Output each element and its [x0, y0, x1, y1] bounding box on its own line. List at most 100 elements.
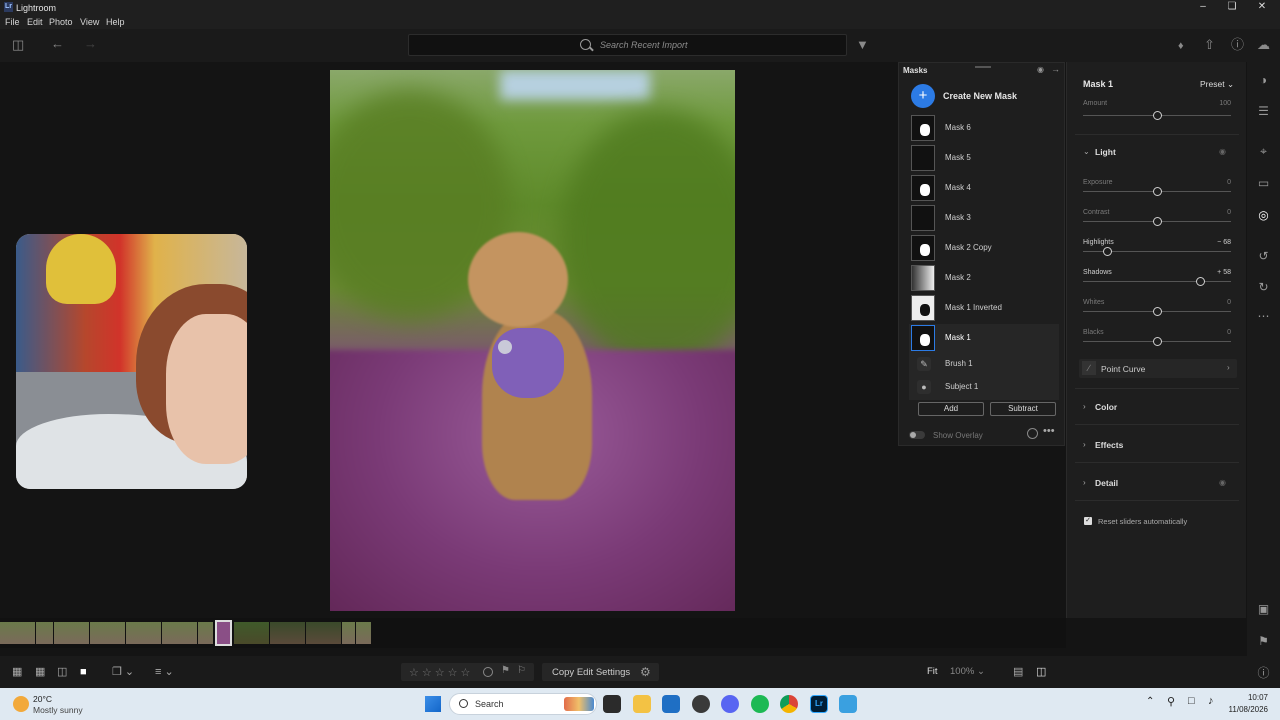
component-brush[interactable]: ✎ Brush 1: [913, 354, 1059, 374]
menu-edit[interactable]: Edit: [27, 17, 43, 27]
filmstrip-thumbnail[interactable]: [342, 622, 356, 644]
versions-icon[interactable]: ↻: [1257, 281, 1270, 294]
help-icon[interactable]: ⓘ: [1231, 38, 1244, 52]
slider-knob[interactable]: [1153, 307, 1162, 316]
eye-icon[interactable]: ◉: [1219, 147, 1226, 156]
menu-help[interactable]: Help: [106, 17, 125, 27]
info-icon[interactable]: ⓘ: [1257, 667, 1270, 680]
menu-photo[interactable]: Photo: [49, 17, 73, 27]
effects-section-title[interactable]: Effects: [1095, 440, 1123, 450]
slider-knob[interactable]: [1153, 337, 1162, 346]
detail-view-icon[interactable]: ■: [80, 666, 87, 678]
chevron-right-icon[interactable]: ›: [1083, 478, 1086, 487]
visibility-icon[interactable]: ◉: [1037, 65, 1044, 74]
light-section-title[interactable]: Light: [1095, 147, 1116, 157]
detail-section-title[interactable]: Detail: [1095, 478, 1118, 488]
filmstrip-thumbnail[interactable]: [0, 622, 36, 644]
history-icon[interactable]: ↺: [1257, 250, 1270, 263]
mask-row-1-inverted[interactable]: Mask 1 Inverted: [909, 294, 1059, 322]
reset-checkbox[interactable]: ✓: [1084, 517, 1092, 525]
clock-time[interactable]: 10:07: [1228, 693, 1268, 702]
compare-icon[interactable]: ◫: [57, 666, 67, 678]
filmstrip-thumbnail[interactable]: [126, 622, 162, 644]
panel-toggle-icon[interactable]: ◫: [12, 38, 24, 52]
filter-icon[interactable]: ▼: [856, 38, 869, 52]
filmstrip-thumbnail[interactable]: [198, 622, 214, 644]
chrome-icon[interactable]: [780, 695, 798, 713]
fit-label[interactable]: Fit: [927, 666, 938, 677]
zoom-dropdown[interactable]: 100% ⌄: [950, 666, 985, 677]
file-explorer-icon[interactable]: [633, 695, 651, 713]
slider-track[interactable]: [1083, 187, 1231, 196]
restore-icon[interactable]: ❏: [1225, 1, 1239, 13]
overlay-toggle[interactable]: [909, 431, 925, 439]
overlay-color-icon[interactable]: [1027, 428, 1038, 439]
component-subject[interactable]: ● Subject 1: [913, 377, 1059, 397]
menu-file[interactable]: File: [5, 17, 20, 27]
cloud-status-icon[interactable]: ☁: [1257, 38, 1270, 52]
tag-icon[interactable]: ⚑: [1257, 635, 1270, 648]
chevron-right-icon[interactable]: ›: [1083, 440, 1086, 449]
mask-row-2[interactable]: Mask 2: [909, 264, 1059, 292]
drag-handle[interactable]: [975, 66, 991, 68]
slider-knob[interactable]: [1153, 187, 1162, 196]
chevron-down-icon[interactable]: ⌄: [1083, 147, 1090, 156]
filmstrip-thumbnail[interactable]: [270, 622, 306, 644]
grid-small-icon[interactable]: ▦: [12, 666, 22, 678]
stack-icon[interactable]: ❐ ⌄: [112, 666, 134, 678]
filmstrip-thumbnail[interactable]: [36, 622, 54, 644]
mask-row-5[interactable]: Mask 5: [909, 144, 1059, 172]
minimize-icon[interactable]: –: [1196, 1, 1210, 13]
preset-dropdown[interactable]: Preset ⌄: [1200, 79, 1234, 90]
before-after-icon[interactable]: ◫: [1036, 666, 1046, 678]
subtract-button[interactable]: Subtract: [990, 402, 1056, 416]
slider-track[interactable]: [1083, 307, 1231, 316]
spotify-icon[interactable]: [751, 695, 769, 713]
close-icon[interactable]: ✕: [1255, 1, 1269, 13]
slider-knob[interactable]: [1153, 217, 1162, 226]
filmstrip-thumbnail[interactable]: [162, 622, 198, 644]
point-curve-row[interactable]: ∕ Point Curve ›: [1079, 359, 1237, 378]
network-icon[interactable]: □: [1188, 695, 1195, 707]
create-mask-label[interactable]: Create New Mask: [943, 91, 1017, 101]
clock-date[interactable]: 11/08/2026: [1224, 705, 1268, 714]
edit-icon[interactable]: ◑: [1257, 74, 1270, 87]
create-mask-button[interactable]: +: [911, 84, 935, 108]
outlook-icon[interactable]: [662, 695, 680, 713]
main-photo[interactable]: [330, 70, 735, 611]
copy-edit-settings-button[interactable]: Copy Edit Settings ⚙: [542, 663, 659, 681]
slider-track[interactable]: [1083, 247, 1231, 256]
menu-view[interactable]: View: [80, 17, 99, 27]
volume-icon[interactable]: ♪: [1208, 695, 1214, 707]
weather-icon[interactable]: [13, 696, 29, 712]
gear-icon[interactable]: ⚙: [640, 665, 651, 679]
slider-knob[interactable]: [1153, 111, 1162, 120]
collapse-arrow-icon[interactable]: →: [1051, 64, 1060, 74]
filmstrip-thumbnail[interactable]: [356, 622, 372, 644]
task-view-icon[interactable]: [603, 695, 621, 713]
mask-row-4[interactable]: Mask 4: [909, 174, 1059, 202]
app-icon[interactable]: [692, 695, 710, 713]
discord-icon[interactable]: [721, 695, 739, 713]
star-rating[interactable]: ☆☆☆☆☆: [409, 666, 473, 679]
slider-track[interactable]: [1083, 337, 1231, 346]
mask-row-3[interactable]: Mask 3: [909, 204, 1059, 232]
filmstrip-thumbnail[interactable]: [54, 622, 90, 644]
filmstrip-thumbnail-selected[interactable]: [215, 620, 232, 646]
chevron-up-icon[interactable]: ⌃: [1146, 696, 1154, 707]
slider-track[interactable]: [1083, 217, 1231, 226]
crop-icon[interactable]: ⌖: [1257, 145, 1270, 158]
forward-arrow-icon[interactable]: →: [84, 37, 97, 51]
chevron-right-icon[interactable]: ›: [1083, 402, 1086, 411]
windows-start-icon[interactable]: [425, 696, 441, 712]
slider-track[interactable]: [1083, 277, 1231, 286]
more-icon[interactable]: ⋯: [1257, 310, 1270, 323]
search-input[interactable]: Search Recent Import: [408, 34, 847, 56]
bell-icon[interactable]: ♦: [1178, 39, 1184, 53]
slider-knob[interactable]: [1102, 247, 1112, 256]
more-options-icon[interactable]: •••: [1043, 425, 1055, 437]
mask-row-2-copy[interactable]: Mask 2 Copy: [909, 234, 1059, 262]
amount-slider[interactable]: [1083, 111, 1231, 120]
microphone-icon[interactable]: ⚲: [1167, 695, 1175, 708]
unflag-icon[interactable]: [483, 667, 493, 677]
